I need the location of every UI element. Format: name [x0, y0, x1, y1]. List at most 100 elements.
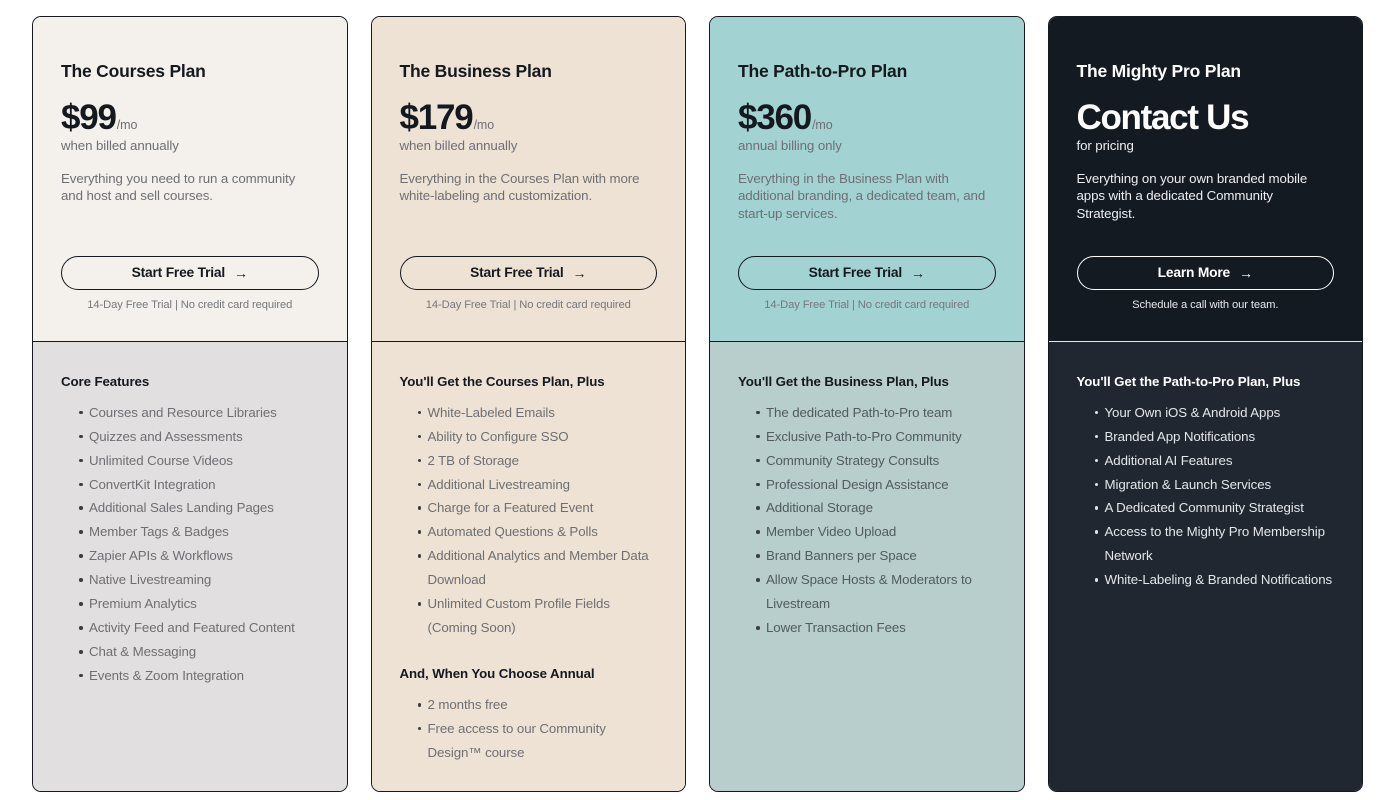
plan-header: The Path-to-Pro Plan $360 /mo annual bil…: [710, 17, 1024, 342]
pricing-plans-grid: The Courses Plan $99 /mo when billed ann…: [0, 0, 1395, 800]
plan-features: You'll Get the Path-to-Pro Plan, Plus Yo…: [1048, 341, 1362, 791]
feature-item: Quizzes and Assessments: [61, 425, 319, 449]
plan-price-suffix: /mo: [812, 118, 833, 132]
plan-cta-wrap: Start Free Trial → 14-Day Free Trial | N…: [399, 255, 657, 311]
plan-price-row: $360 /mo: [738, 98, 996, 137]
cta-label: Start Free Trial: [808, 265, 903, 281]
feature-item: Additional AI Features: [1077, 449, 1335, 473]
feature-item: Zapier APIs & Workflows: [61, 544, 319, 568]
plan-description: Everything in the Courses Plan with more…: [399, 170, 640, 204]
plan-features: You'll Get the Business Plan, Plus The d…: [710, 341, 1024, 791]
feature-group-title: Core Features: [61, 373, 150, 389]
start-free-trial-button[interactable]: Start Free Trial →: [399, 255, 657, 290]
feature-item: 2 months free: [400, 693, 658, 717]
feature-group-title: You'll Get the Path-to-Pro Plan, Plus: [1076, 373, 1301, 389]
plan-description: Everything on your own branded mobile ap…: [1076, 170, 1308, 222]
feature-item: Automated Questions & Polls: [400, 520, 658, 544]
feature-item: Access to the Mighty Pro Membership Netw…: [1077, 520, 1335, 568]
plan-features: Core Features Courses and Resource Libra…: [33, 341, 347, 791]
plan-header: The Courses Plan $99 /mo when billed ann…: [33, 17, 347, 342]
plan-description: Everything you need to run a community a…: [61, 170, 296, 204]
feature-item: Branded App Notifications: [1077, 425, 1335, 449]
plan-price-suffix: /mo: [473, 118, 495, 132]
feature-item: White-Labeled Emails: [400, 401, 658, 425]
feature-item: A Dedicated Community Strategist: [1077, 496, 1335, 520]
plan-cta-subtext: Schedule a call with our team.: [1132, 298, 1279, 311]
feature-item: Member Video Upload: [738, 520, 996, 544]
plan-cta-subtext: 14-Day Free Trial | No credit card requi…: [764, 298, 970, 311]
plan-header: The Business Plan $179 /mo when billed a…: [371, 17, 685, 342]
arrow-right-icon: →: [1239, 264, 1253, 281]
plan-card-mighty-pro: The Mighty Pro Plan Contact Us for prici…: [1047, 16, 1363, 792]
feature-item: Additional Sales Landing Pages: [61, 496, 319, 520]
learn-more-button[interactable]: Learn More →: [1076, 255, 1334, 290]
feature-item: Migration & Launch Services: [1077, 473, 1335, 497]
feature-item: Allow Space Hosts & Moderators to Livest…: [738, 568, 996, 616]
plan-price-note: when billed annually: [61, 137, 179, 153]
plan-price-note: annual billing only: [738, 137, 842, 153]
plan-price-note: when billed annually: [399, 137, 518, 153]
feature-item: ConvertKit Integration: [61, 473, 319, 497]
feature-item: Premium Analytics: [61, 592, 319, 616]
feature-group: You'll Get the Business Plan, Plus The d…: [738, 374, 996, 640]
feature-item: Unlimited Course Videos: [61, 449, 319, 473]
plan-price-amount: $360: [738, 98, 812, 137]
feature-item: Courses and Resource Libraries: [61, 401, 319, 425]
feature-group-title: You'll Get the Business Plan, Plus: [738, 373, 949, 389]
arrow-right-icon: →: [911, 264, 925, 281]
feature-item: Professional Design Assistance: [738, 473, 996, 497]
plan-title: The Path-to-Pro Plan: [738, 61, 908, 81]
arrow-right-icon: →: [234, 264, 248, 281]
arrow-right-icon: →: [572, 264, 587, 281]
feature-item: Member Tags & Badges: [61, 520, 319, 544]
plan-price-note: for pricing: [1076, 137, 1134, 153]
plan-price-row: Contact Us: [1076, 98, 1335, 137]
feature-item: Activity Feed and Featured Content: [61, 616, 319, 640]
plan-cta-wrap: Start Free Trial → 14-Day Free Trial | N…: [61, 255, 319, 311]
feature-item: Community Strategy Consults: [738, 449, 996, 473]
feature-item: Additional Livestreaming: [400, 473, 658, 497]
plan-card-path-to-pro: The Path-to-Pro Plan $360 /mo annual bil…: [709, 16, 1025, 792]
feature-list: 2 months free Free access to our Communi…: [400, 693, 658, 765]
plan-price-amount: $179: [399, 98, 474, 137]
feature-group-title: You'll Get the Courses Plan, Plus: [399, 373, 605, 389]
feature-list: White-Labeled Emails Ability to Configur…: [400, 401, 658, 640]
feature-item: Events & Zoom Integration: [61, 664, 319, 688]
feature-item: Exclusive Path-to-Pro Community: [738, 425, 996, 449]
plan-price-row: $99 /mo: [61, 98, 319, 137]
plan-header: The Mighty Pro Plan Contact Us for prici…: [1048, 17, 1362, 342]
plan-cta-subtext: 14-Day Free Trial | No credit card requi…: [87, 298, 293, 311]
cta-label: Learn More: [1157, 265, 1231, 281]
feature-list: The dedicated Path-to-Pro team Exclusive…: [738, 401, 996, 640]
start-free-trial-button[interactable]: Start Free Trial →: [61, 255, 319, 290]
plan-price-amount: $99: [61, 98, 117, 137]
feature-item: Free access to our Community Design™ cou…: [400, 717, 658, 765]
plan-title: The Mighty Pro Plan: [1076, 61, 1242, 81]
plan-cta-subtext: 14-Day Free Trial | No credit card requi…: [425, 298, 631, 311]
feature-item: Unlimited Custom Profile Fields (Coming …: [400, 592, 658, 640]
feature-item: Additional Analytics and Member Data Dow…: [400, 544, 658, 592]
feature-list: Courses and Resource Libraries Quizzes a…: [61, 401, 319, 688]
feature-group-title: And, When You Choose Annual: [399, 665, 595, 681]
cta-label: Start Free Trial: [470, 265, 564, 281]
feature-group: And, When You Choose Annual 2 months fre…: [400, 666, 658, 765]
plan-card-courses: The Courses Plan $99 /mo when billed ann…: [32, 16, 348, 792]
plan-cta-wrap: Start Free Trial → 14-Day Free Trial | N…: [738, 255, 996, 311]
feature-item: Chat & Messaging: [61, 640, 319, 664]
plan-price-amount: Contact Us: [1076, 98, 1250, 137]
cta-label: Start Free Trial: [131, 265, 226, 281]
plan-price-suffix: /mo: [116, 118, 138, 132]
feature-item: Charge for a Featured Event: [400, 496, 658, 520]
feature-item: Your Own iOS & Android Apps: [1077, 401, 1335, 425]
feature-item: Ability to Configure SSO: [400, 425, 658, 449]
feature-item: Brand Banners per Space: [738, 544, 996, 568]
plan-description: Everything in the Business Plan with add…: [738, 170, 986, 222]
feature-item: White-Labeling & Branded Notifications: [1077, 568, 1335, 592]
feature-item: The dedicated Path-to-Pro team: [738, 401, 996, 425]
plan-price-row: $179 /mo: [399, 98, 658, 137]
feature-item: 2 TB of Storage: [400, 449, 658, 473]
feature-group: You'll Get the Path-to-Pro Plan, Plus Yo…: [1077, 374, 1335, 592]
plan-card-business: The Business Plan $179 /mo when billed a…: [370, 16, 686, 792]
plan-title: The Business Plan: [399, 61, 552, 81]
start-free-trial-button[interactable]: Start Free Trial →: [738, 255, 996, 290]
